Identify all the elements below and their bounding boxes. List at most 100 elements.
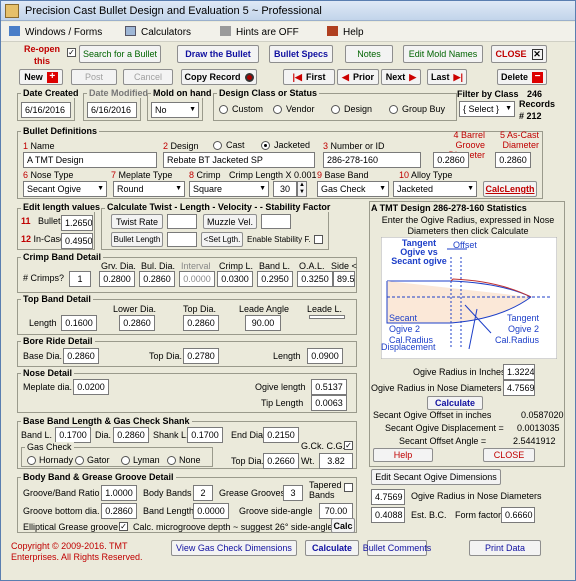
crimp-grv-field[interactable]: 0.2800 [99,271,135,287]
bullet-length-calc-field[interactable] [167,232,197,247]
bore-base-field[interactable]: 0.2860 [63,348,99,364]
close-button[interactable]: CLOSE ✕ [491,45,547,63]
grease-grooves-field[interactable]: 3 [283,485,303,501]
stats-close-button[interactable]: CLOSE [483,448,535,462]
notes-button[interactable]: Notes [345,45,393,63]
class-vendor-radio[interactable] [273,105,282,114]
crimp-select[interactable]: Square [189,181,269,197]
first-button[interactable]: |◀ First [283,69,335,85]
class-custom-radio[interactable] [219,105,228,114]
bullet-length-button[interactable]: Bullet Length [111,232,163,247]
base-band-select[interactable]: Gas Check [317,181,389,197]
name-field[interactable]: A TMT Design [23,152,157,168]
menu-windows[interactable]: Windows / Forms [9,26,102,38]
class-design-radio[interactable] [331,105,340,114]
gc-lyman-radio[interactable] [121,456,130,465]
crimp-side-field[interactable]: 89.5 [333,271,355,287]
tip-length-field[interactable]: 0.0063 [311,395,347,411]
bore-length-field[interactable]: 0.0900 [307,348,343,364]
top-dia-field[interactable]: 0.2860 [183,315,219,331]
as-cast-field[interactable]: 0.2860 [495,152,531,168]
crimp-crimpl-field[interactable]: 0.0300 [217,271,253,287]
edit-mold-names-button[interactable]: Edit Mold Names [403,45,483,63]
ogive-nd-field[interactable]: 4.7569 [371,489,405,505]
end-dia-field[interactable]: 0.2150 [263,427,299,443]
bullet-specs-button[interactable]: Bullet Specs [269,45,333,63]
nose-type-select[interactable]: Secant Ogive [23,181,107,197]
date-created-field[interactable]: 6/16/2016 [21,102,71,118]
bullet-comments-button[interactable]: Bullet Comments [363,540,431,556]
post-button[interactable]: Post [71,69,117,85]
set-length-button[interactable]: <Set Lgth. [201,232,243,247]
last-button[interactable]: Last ▶| [427,69,467,85]
gck-cg-checkbox[interactable]: ✓ [344,441,353,450]
muzzle-vel-field[interactable] [261,214,291,229]
crimp-length-spinner[interactable]: ▲ ▼ [297,181,307,197]
menu-help[interactable]: Help [327,26,364,38]
lower-dia-field[interactable]: 0.2860 [119,315,155,331]
incase-field[interactable]: 0.4950 [61,233,93,249]
print-data-button[interactable]: Print Data [469,540,541,556]
cast-radio[interactable] [213,141,222,150]
calc-micro-button[interactable]: Calc [331,518,355,533]
reopen-checkbox[interactable]: ✓ [67,48,76,57]
leade-l-field[interactable] [309,315,345,319]
bore-top-field[interactable]: 0.2780 [183,348,219,364]
gc-topdia-field[interactable]: 0.2660 [263,453,299,469]
copy-record-button[interactable]: Copy Record [181,69,257,85]
filter-select[interactable]: { Select } [459,101,515,117]
base-bandl-field[interactable]: 0.1700 [55,427,91,443]
groove-bottom-field[interactable]: 0.2860 [101,503,137,519]
menu-hints[interactable]: Hints are OFF [220,26,299,38]
draw-bullet-button[interactable]: Draw the Bullet [177,45,259,63]
prior-button[interactable]: ◀ Prior [337,69,379,85]
enable-stability-checkbox[interactable] [314,235,323,244]
crimps-field[interactable]: 1 [69,271,91,287]
gc-none-radio[interactable] [167,456,176,465]
top-length-field[interactable]: 0.1600 [61,315,97,331]
gc-wt-field[interactable]: 3.82 [319,453,353,469]
leade-angle-field[interactable]: 90.00 [245,315,281,331]
crimp-oal-field[interactable]: 0.3250 [297,271,333,287]
stats-calculate-button[interactable]: Calculate [427,396,483,410]
elliptical-checkbox[interactable]: ✓ [119,522,128,531]
band-length-field[interactable]: 0.0000 [193,503,229,519]
muzzle-vel-button[interactable]: Muzzle Vel. [203,214,257,229]
next-button[interactable]: Next ▶ [381,69,421,85]
crimp-bul-field[interactable]: 0.2860 [139,271,175,287]
view-gas-check-button[interactable]: View Gas Check Dimensions [171,540,297,556]
ogive-length-field[interactable]: 0.5137 [311,379,347,395]
shank-l-field[interactable]: 0.1700 [187,427,223,443]
ogive-radius-in-field[interactable]: 1.3224 [503,364,535,380]
base-dia-field[interactable]: 0.2860 [113,427,149,443]
ogive-radius-nd-field[interactable]: 4.7569 [503,380,535,396]
meplate-dia-field[interactable]: 0.0200 [73,379,109,395]
delete-button[interactable]: Delete − [497,69,547,85]
tapered-checkbox[interactable] [344,483,353,492]
bullet-length-field[interactable]: 1.2650 [61,215,93,231]
stats-help-button[interactable]: Help [373,448,433,462]
gc-hornady-radio[interactable] [27,456,36,465]
menu-calculators[interactable]: Calculators [125,26,191,38]
design-field[interactable]: Rebate BT Jacketed SP [163,152,315,168]
crimp-interval-field[interactable]: 0.0000 [179,271,215,287]
form-factor-field[interactable]: 0.6660 [501,507,535,523]
date-modified-field[interactable]: 6/16/2016 [87,102,137,118]
bc-field[interactable]: 0.4088 [371,507,405,523]
crimp-bandl-field[interactable]: 0.2950 [257,271,293,287]
gc-gator-radio[interactable] [75,456,84,465]
search-bullet-button[interactable]: Search for a Bullet [79,45,161,63]
mold-select[interactable]: No [151,102,199,118]
edit-secant-button[interactable]: Edit Secant Ogive Dimensions [371,469,501,485]
footer-calculate-button[interactable]: Calculate [305,540,359,556]
twist-rate-button[interactable]: Twist Rate [111,214,163,229]
jacketed-radio[interactable] [261,141,270,150]
ratio-field[interactable]: 1.0000 [101,485,137,501]
alloy-type-select[interactable]: Jacketed [393,181,477,197]
new-button[interactable]: New + [19,69,63,85]
cancel-button[interactable]: Cancel [123,69,173,85]
barrel-groove-field[interactable]: 0.2860 [433,152,469,168]
twist-rate-field[interactable] [167,214,197,229]
calclength-button[interactable]: CalcLength [483,181,537,197]
body-bands-field[interactable]: 2 [193,485,213,501]
